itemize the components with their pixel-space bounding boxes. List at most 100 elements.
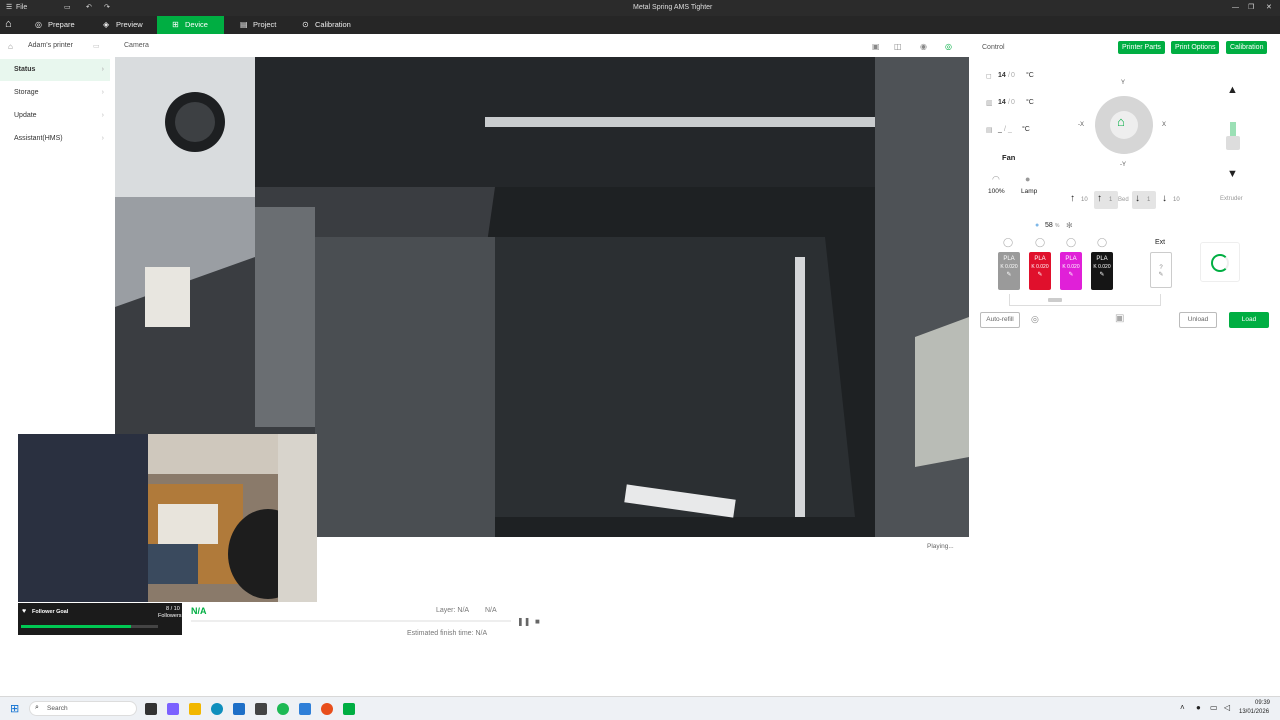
network-icon[interactable]: ▭ bbox=[1210, 703, 1218, 712]
taskbar-search-box[interactable]: ⌕ Search bbox=[29, 701, 137, 716]
sidebar-item-update[interactable]: Update › bbox=[0, 105, 110, 127]
spotify-icon[interactable] bbox=[277, 703, 289, 715]
project-icon: ▤ bbox=[240, 20, 248, 29]
close-button[interactable]: ✕ bbox=[1266, 0, 1272, 16]
slot-type: PLA bbox=[1003, 256, 1015, 262]
sd-card-icon[interactable]: ▣ bbox=[872, 42, 880, 51]
lamp-icon[interactable]: ● bbox=[1025, 174, 1030, 184]
extruder-up-icon[interactable]: ▲ bbox=[1227, 84, 1238, 96]
stop-icon[interactable]: ■ bbox=[535, 617, 540, 626]
sidebar-item-storage[interactable]: Storage › bbox=[0, 82, 110, 104]
ams-status-ring bbox=[1211, 254, 1229, 272]
bed-up-1-button[interactable]: ↑ 1 bbox=[1094, 191, 1118, 209]
ext-edit-icon[interactable]: ✎ bbox=[1151, 271, 1171, 278]
bed-temp-target[interactable]: 0 bbox=[1011, 99, 1015, 106]
microphone-icon[interactable]: ● bbox=[1196, 703, 1201, 712]
volume-icon[interactable]: ◁ bbox=[1224, 703, 1230, 712]
tab-prepare-label: Prepare bbox=[48, 20, 75, 29]
bed-down-10-icon[interactable]: ↓ bbox=[1162, 193, 1167, 204]
bed-down-1-icon: ↓ bbox=[1135, 193, 1140, 204]
slot-type: PLA bbox=[1034, 256, 1046, 262]
chamber-temp-unit: °C bbox=[1022, 126, 1030, 133]
ams-slot-4[interactable]: PLA K 0.020 ✎ bbox=[1091, 252, 1113, 290]
nozzle-temp-icon: ◻ bbox=[986, 73, 992, 80]
bed-up-10-value: 10 bbox=[1081, 197, 1088, 203]
tab-device[interactable]: ⊞ Device bbox=[157, 16, 224, 34]
photos-icon[interactable] bbox=[299, 703, 311, 715]
home-icon[interactable]: ⌂ bbox=[5, 18, 12, 30]
obs-icon[interactable] bbox=[343, 703, 355, 715]
auto-refill-help-icon[interactable]: ◎ bbox=[1031, 314, 1039, 325]
tab-project[interactable]: ▤ Project bbox=[233, 16, 288, 34]
redo-icon[interactable]: ↷ bbox=[104, 0, 110, 16]
undo-icon[interactable]: ↶ bbox=[86, 0, 92, 16]
windows-start-icon[interactable]: ⊞ bbox=[10, 702, 19, 715]
load-button[interactable]: Load bbox=[1229, 312, 1269, 328]
slot-k-value: K 0.020 bbox=[1000, 264, 1018, 270]
bed-down-1-button[interactable]: ↓ 1 bbox=[1132, 191, 1156, 209]
device-icon: ⊞ bbox=[172, 20, 179, 29]
camera-settings-icon[interactable]: ◎ bbox=[945, 42, 952, 51]
sidebar-item-status[interactable]: Status › bbox=[0, 59, 110, 81]
auto-refill-button[interactable]: Auto-refill bbox=[980, 312, 1020, 328]
preview-icon: ◈ bbox=[103, 20, 110, 29]
tab-preview[interactable]: ◈ Preview bbox=[96, 16, 150, 34]
hub-icon: ▣ bbox=[1115, 313, 1125, 324]
playing-status: Playing... bbox=[927, 543, 954, 550]
slot-k-value: K 0.020 bbox=[1062, 264, 1080, 270]
tab-calibration[interactable]: ⊙ Calibration bbox=[295, 16, 360, 34]
ams-slot-2[interactable]: PLA K 0.020 ✎ bbox=[1029, 252, 1051, 290]
bed-up-10-icon[interactable]: ↑ bbox=[1070, 193, 1075, 204]
restore-button[interactable]: ❐ bbox=[1248, 0, 1254, 16]
minimize-button[interactable]: — bbox=[1232, 0, 1239, 16]
slot-2-indicator-icon: ◯ bbox=[1035, 237, 1046, 247]
calibration-button[interactable]: Calibration bbox=[1226, 41, 1268, 54]
file-explorer-icon[interactable] bbox=[189, 703, 201, 715]
ams-slot-3[interactable]: PLA K 0.020 ✎ bbox=[1060, 252, 1082, 290]
chamber-temp-target: _ bbox=[1008, 126, 1012, 133]
slot-edit-icon[interactable]: ✎ bbox=[1029, 271, 1051, 279]
edge-icon[interactable] bbox=[211, 703, 223, 715]
fan-label[interactable]: Fan bbox=[1002, 153, 1015, 162]
tray-chevron-icon[interactable]: ˄ bbox=[1180, 703, 1185, 712]
speed-icon[interactable]: ◠ bbox=[992, 174, 1000, 185]
terminal-icon[interactable] bbox=[255, 703, 267, 715]
printer-name[interactable]: Adam's printer bbox=[28, 42, 73, 49]
slot-edit-icon[interactable]: ✎ bbox=[1060, 271, 1082, 279]
jog-pad[interactable]: ⌂ bbox=[1095, 96, 1153, 154]
store-icon[interactable] bbox=[233, 703, 245, 715]
nozzle-temp-target[interactable]: 0 bbox=[1011, 72, 1015, 79]
bed-up-1-icon: ↑ bbox=[1097, 193, 1102, 204]
ext-spool-slot[interactable]: ? ✎ bbox=[1150, 252, 1172, 288]
ams-settings-icon[interactable]: ✻ bbox=[1066, 221, 1073, 230]
bambu-studio-icon[interactable] bbox=[321, 703, 333, 715]
tab-preview-label: Preview bbox=[116, 20, 143, 29]
pause-icon[interactable]: ❚❚ bbox=[517, 617, 530, 626]
file-menu[interactable]: File bbox=[16, 0, 27, 16]
ams-slot-1[interactable]: PLA K 0.020 ✎ bbox=[998, 252, 1020, 290]
tab-prepare[interactable]: ◎ Prepare bbox=[28, 16, 80, 34]
menu-icon[interactable]: ☰ bbox=[6, 0, 12, 16]
extruder-down-icon[interactable]: ▼ bbox=[1227, 168, 1238, 180]
printer-dropdown-icon[interactable]: ▭ bbox=[93, 42, 100, 50]
slot-edit-icon[interactable]: ✎ bbox=[1091, 271, 1113, 279]
printer-parts-button[interactable]: Printer Parts bbox=[1118, 41, 1165, 54]
window-title: Metal Spring AMS Tighter bbox=[633, 4, 713, 11]
humidity-icon: ● bbox=[1035, 222, 1040, 229]
sidebar-item-assistant[interactable]: Assistant(HMS) › bbox=[0, 128, 110, 150]
clock-date[interactable]: 13/01/2026 bbox=[1239, 709, 1269, 715]
copilot-icon[interactable] bbox=[167, 703, 179, 715]
control-title: Control bbox=[982, 44, 1005, 51]
home-axis-icon[interactable]: ⌂ bbox=[1117, 114, 1125, 129]
taskbar: ⊞ ⌕ Search ˄ ● ▭ ◁ 09:39 13/01/2026 bbox=[0, 696, 1280, 720]
save-icon[interactable]: ▭ bbox=[64, 0, 71, 16]
unload-button[interactable]: Unload bbox=[1179, 312, 1217, 328]
bed-up-1-value: 1 bbox=[1109, 197, 1113, 203]
timelapse-icon[interactable]: ◉ bbox=[920, 42, 927, 51]
print-options-button[interactable]: Print Options bbox=[1171, 41, 1220, 54]
task-view-icon[interactable] bbox=[145, 703, 157, 715]
video-icon[interactable]: ◫ bbox=[894, 42, 902, 51]
clock-time[interactable]: 09:39 bbox=[1255, 700, 1270, 706]
sidebar-item-label: Update bbox=[14, 112, 37, 119]
slot-edit-icon[interactable]: ✎ bbox=[998, 271, 1020, 279]
